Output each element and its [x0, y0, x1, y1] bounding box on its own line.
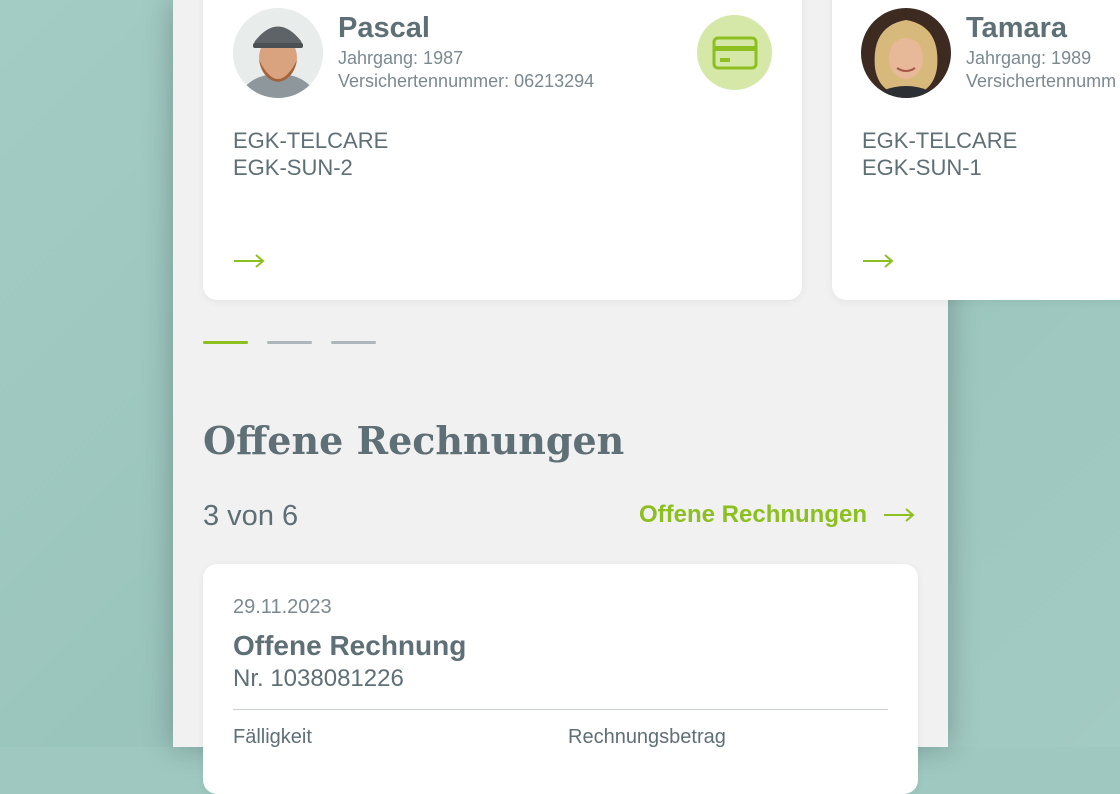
person-versichertennummer: Versichertennummer: 06213294 [338, 71, 595, 91]
due-date-label: Fälligkeit [233, 726, 312, 748]
carousel-indicator-active[interactable] [203, 341, 248, 344]
person-versichertennummer: Versichertennumm [966, 71, 1117, 91]
avatar [861, 8, 951, 98]
invoice-title: Offene Rechnung [233, 630, 467, 661]
open-invoices-link-label: Offene Rechnungen [639, 501, 868, 528]
invoice-number: Nr. 1038081226 [233, 665, 404, 692]
arrow-right-icon[interactable] [862, 254, 894, 268]
product-line: EGK-TELCARE [862, 128, 1018, 153]
person-jahrgang: Jahrgang: 1989 [966, 48, 1092, 68]
carousel-indicator[interactable] [331, 341, 376, 344]
invoice-card[interactable]: 29.11.2023 Offene Rechnung Nr. 103808122… [203, 564, 918, 794]
insured-person-card-tamara[interactable]: Tamara Jahrgang: 1989 Versichertennumm E… [832, 0, 1120, 300]
person-jahrgang: Jahrgang: 1987 [338, 48, 464, 68]
product-line: EGK-SUN-1 [862, 155, 982, 180]
invoice-date: 29.11.2023 [233, 596, 332, 618]
invoice-count: 3 von 6 [203, 500, 299, 532]
carousel-indicator[interactable] [267, 341, 312, 344]
person-name: Pascal [338, 12, 430, 44]
insurance-card-button[interactable] [697, 15, 772, 90]
insured-person-card-pascal[interactable]: Pascal Jahrgang: 1987 Versichertennummer… [203, 0, 802, 300]
invoice-amount-label: Rechnungsbetrag [568, 726, 726, 748]
product-line: EGK-SUN-2 [233, 155, 353, 180]
open-invoices-link[interactable]: Offene Rechnungen [639, 501, 915, 529]
person-name: Tamara [966, 12, 1068, 44]
divider [233, 709, 888, 710]
credit-card-icon [712, 36, 757, 69]
avatar [233, 8, 323, 98]
section-title: Offene Rechnungen [203, 418, 625, 463]
arrow-right-icon [884, 508, 915, 522]
arrow-right-icon[interactable] [233, 254, 265, 268]
product-line: EGK-TELCARE [233, 128, 389, 153]
